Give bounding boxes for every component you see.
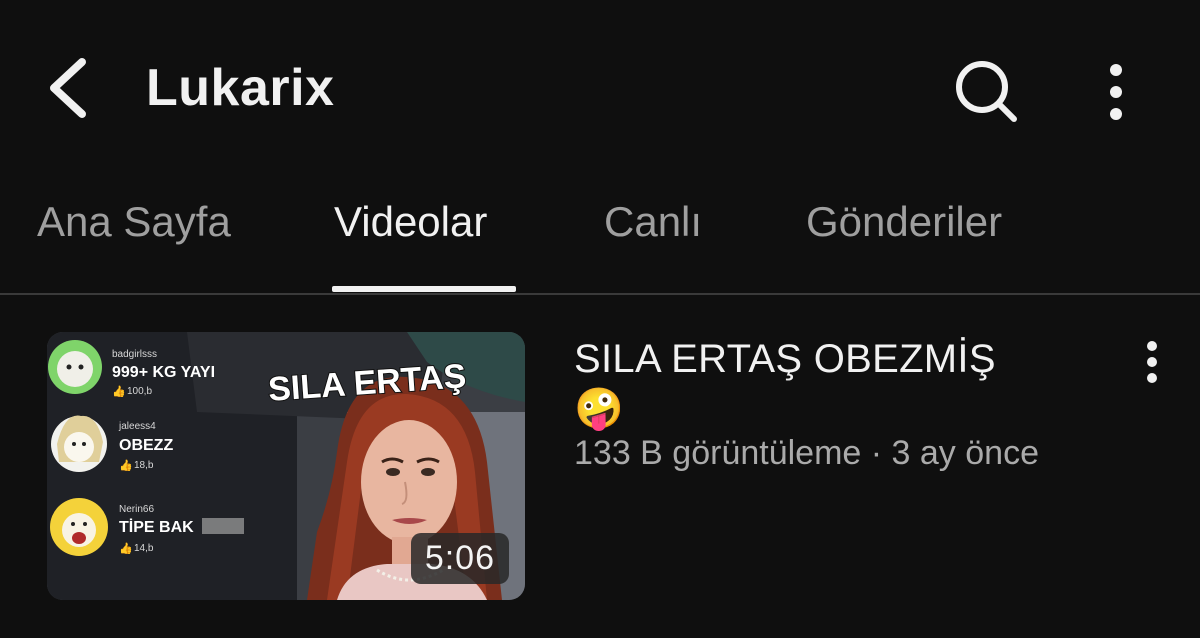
- comment-3-user: Nerin66: [119, 504, 154, 515]
- comment-1-likes: 100,b: [127, 386, 152, 397]
- comment-2-like-icon: 👍: [119, 459, 133, 472]
- more-options-button[interactable]: [1090, 58, 1142, 126]
- upload-age: 3 ay önce: [891, 434, 1039, 472]
- video-title-text: SILA ERTAŞ OBEZMİŞ: [574, 337, 996, 381]
- duration-badge: 5:06: [410, 533, 509, 584]
- active-tab-indicator: [332, 286, 516, 292]
- search-button[interactable]: [948, 54, 1024, 130]
- tab-videolar[interactable]: Videolar: [334, 198, 487, 246]
- tab-canli[interactable]: Canlı: [604, 198, 702, 246]
- search-icon: [956, 61, 1017, 122]
- comment-1-user: badgirlsss: [112, 349, 157, 360]
- video-metadata: 133 B görüntüleme · 3 ay önce: [574, 434, 1114, 473]
- meta-separator: ·: [870, 434, 883, 472]
- video-details: SILA ERTAŞ OBEZMİŞ 🤪 133 B görüntüleme ·…: [574, 334, 1114, 473]
- tabs-divider: [0, 293, 1200, 295]
- comment-1-like-icon: 👍: [112, 385, 126, 398]
- comment-2-likes: 18,b: [134, 460, 154, 471]
- comment-3-like-icon: 👍: [119, 542, 133, 555]
- more-vertical-icon: [1147, 341, 1157, 383]
- comment-3-text: TİPE BAK: [119, 518, 194, 536]
- video-list-item[interactable]: SILA ERTAŞ badgirlsss 999+ KG YAYI 👍 100…: [0, 332, 1200, 602]
- video-thumbnail[interactable]: SILA ERTAŞ badgirlsss 999+ KG YAYI 👍 100…: [47, 332, 525, 600]
- more-vertical-icon: [1110, 64, 1122, 120]
- comment-3-likes: 14,b: [134, 543, 154, 554]
- comment-1-text: 999+ KG YAYI: [112, 364, 215, 381]
- comment-2-text: OBEZZ: [119, 437, 173, 454]
- video-title[interactable]: SILA ERTAŞ OBEZMİŞ 🤪: [574, 334, 1114, 434]
- top-app-bar: Lukarix: [0, 0, 1200, 180]
- video-more-button[interactable]: [1130, 338, 1174, 386]
- chevron-left-icon: [50, 58, 86, 118]
- channel-title: Lukarix: [146, 59, 335, 117]
- comment-2-user: jaleess4: [118, 421, 156, 432]
- blurred-text: [202, 518, 244, 534]
- tab-gonderiler[interactable]: Gönderiler: [806, 198, 1002, 246]
- tab-ana-sayfa[interactable]: Ana Sayfa: [37, 198, 231, 246]
- zany-face-emoji: 🤪: [574, 386, 625, 432]
- back-button[interactable]: [40, 52, 100, 124]
- view-count: 133 B görüntüleme: [574, 434, 862, 472]
- channel-page: Lukarix Ana Sayfa Videolar Canlı Gönderi…: [0, 0, 1200, 638]
- channel-tabs: Ana Sayfa Videolar Canlı Gönderiler: [0, 180, 1200, 294]
